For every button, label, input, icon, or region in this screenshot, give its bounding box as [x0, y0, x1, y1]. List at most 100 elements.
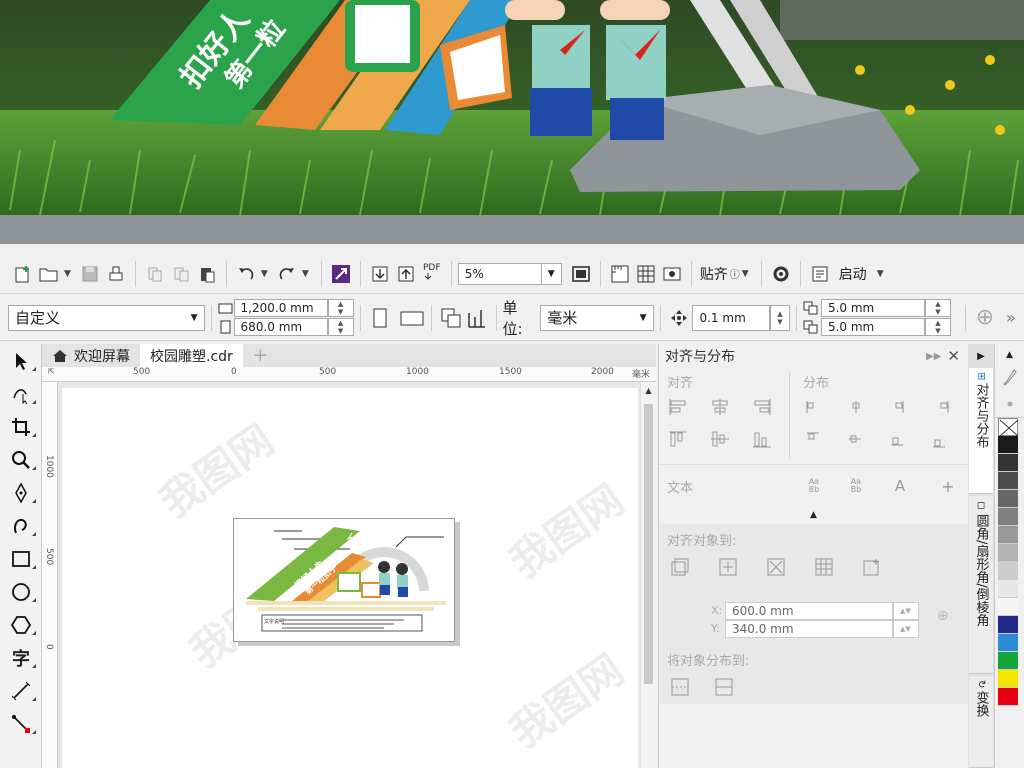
- drawing-page[interactable]: 我图网 我图网 我图网 我图网 扣好人生 第一粒扣子: [62, 388, 638, 768]
- text-baseline-last-icon[interactable]: Aa Bb: [843, 473, 869, 499]
- tab-campus-sculpture[interactable]: 校园雕塑.cdr: [140, 344, 243, 367]
- redo-icon[interactable]: [274, 260, 300, 288]
- more-chevron-icon[interactable]: »: [998, 304, 1024, 332]
- freehand-tool[interactable]: [0, 476, 42, 509]
- drawing-canvas[interactable]: 我图网 我图网 我图网 我图网 扣好人生 第一粒扣子: [58, 382, 656, 768]
- save-icon[interactable]: [77, 260, 103, 288]
- close-icon[interactable]: ✕: [947, 347, 960, 365]
- tab-welcome-screen[interactable]: 欢迎屏幕: [42, 344, 140, 367]
- color-swatch[interactable]: [998, 616, 1018, 634]
- no-color-swatch[interactable]: [998, 418, 1019, 437]
- copy-icon[interactable]: [168, 260, 194, 288]
- tab-align-distribute[interactable]: ⊞ 对齐与分布: [969, 368, 993, 494]
- sculpture-design-artboard[interactable]: 扣好人生 第一粒扣子 文字说明: [233, 518, 455, 642]
- y-coordinate-stepper[interactable]: ▲▼: [893, 620, 919, 638]
- undo-icon[interactable]: [233, 260, 259, 288]
- add-tab-icon[interactable]: +: [243, 344, 278, 367]
- zoom-dropdown-icon[interactable]: ▼: [541, 262, 562, 285]
- launch-icon[interactable]: [807, 260, 833, 288]
- align-to-point-icon[interactable]: [859, 554, 885, 580]
- align-to-grid-icon[interactable]: [811, 554, 837, 580]
- tab-transform[interactable]: ↻ 变换: [969, 676, 993, 768]
- color-swatch[interactable]: [998, 526, 1018, 544]
- distribute-spacing-icon[interactable]: [885, 394, 911, 420]
- text-outline-icon[interactable]: +: [935, 473, 961, 499]
- duplicate-y-input[interactable]: 5.0 mm: [820, 318, 925, 336]
- color-swatch[interactable]: [998, 436, 1018, 454]
- vertical-ruler[interactable]: 1000 500 0: [42, 382, 58, 768]
- text-tool[interactable]: 字: [0, 641, 42, 674]
- palette-scroll-up-icon[interactable]: ▲: [995, 344, 1024, 366]
- zoom-tool[interactable]: [0, 443, 42, 476]
- distribute-right-icon[interactable]: [927, 394, 953, 420]
- artistic-media-tool[interactable]: [0, 509, 42, 542]
- all-pages-icon[interactable]: [438, 304, 464, 332]
- search-content-icon[interactable]: [328, 260, 354, 288]
- color-swatch[interactable]: [998, 472, 1018, 490]
- distribute-to-selection-icon[interactable]: [667, 674, 693, 700]
- export-icon[interactable]: [393, 260, 419, 288]
- color-swatch[interactable]: [998, 580, 1018, 598]
- color-swatch[interactable]: [998, 652, 1018, 670]
- page-width-input[interactable]: 1,200.0 mm: [233, 299, 328, 317]
- new-document-icon[interactable]: [10, 260, 36, 288]
- text-bounding-box-icon[interactable]: A: [887, 473, 913, 499]
- units-select[interactable]: 毫米 ▼: [540, 304, 654, 331]
- align-bottom-icon[interactable]: [749, 426, 775, 452]
- polygon-tool[interactable]: [0, 608, 42, 641]
- align-left-icon[interactable]: [665, 394, 691, 420]
- page-width-stepper[interactable]: ▲ ▼: [327, 299, 354, 317]
- text-baseline-first-icon[interactable]: Aa Bb: [801, 473, 827, 499]
- align-to-page-center-icon[interactable]: [763, 554, 789, 580]
- show-grid-icon[interactable]: [633, 260, 659, 288]
- color-swatch[interactable]: [998, 562, 1018, 580]
- align-center-horizontal-icon[interactable]: [707, 394, 733, 420]
- open-folder-icon[interactable]: [36, 260, 62, 288]
- launch-dropdown-icon[interactable]: ▼: [877, 269, 884, 279]
- print-icon[interactable]: [103, 260, 129, 288]
- align-to-page-edge-icon[interactable]: [715, 554, 741, 580]
- align-center-vertical-icon[interactable]: [707, 426, 733, 452]
- landscape-icon[interactable]: [399, 304, 425, 332]
- color-swatch[interactable]: [998, 544, 1018, 562]
- crop-tool[interactable]: [0, 410, 42, 443]
- import-icon[interactable]: [367, 260, 393, 288]
- open-dropdown-icon[interactable]: ▼: [64, 269, 71, 279]
- dimension-tool[interactable]: [0, 674, 42, 707]
- rectangle-tool[interactable]: [0, 542, 42, 575]
- align-to-active-icon[interactable]: [667, 554, 693, 580]
- docker-expand-icon[interactable]: ▶▶: [926, 351, 941, 362]
- snap-to-label[interactable]: 贴齐: [700, 264, 728, 284]
- launch-label[interactable]: 启动: [839, 264, 867, 284]
- page-height-stepper[interactable]: ▲ ▼: [327, 318, 354, 336]
- distribute-top-icon[interactable]: [801, 426, 827, 452]
- vertical-scrollbar[interactable]: ▲: [640, 382, 656, 768]
- color-swatch[interactable]: [998, 598, 1018, 616]
- align-right-icon[interactable]: [749, 394, 775, 420]
- color-swatch[interactable]: [998, 454, 1018, 472]
- duplicate-x-stepper[interactable]: ▲ ▼: [924, 299, 951, 317]
- zoom-level-input[interactable]: 5%: [457, 262, 542, 285]
- x-coordinate-input[interactable]: 600.0 mm: [725, 602, 893, 620]
- color-swatch[interactable]: [998, 634, 1018, 652]
- pick-tool[interactable]: [0, 344, 42, 377]
- ellipse-tool[interactable]: [0, 575, 42, 608]
- tab-fillet-scallop-chamfer[interactable]: ◻ 圆角/扇形角/倒棱角: [969, 496, 993, 674]
- distribute-vspacing-icon[interactable]: [885, 426, 911, 452]
- snap-dropdown-icon[interactable]: ▼: [742, 269, 749, 279]
- show-guidelines-icon[interactable]: [659, 260, 685, 288]
- distribute-to-page-icon[interactable]: [711, 674, 737, 700]
- undo-dropdown-icon[interactable]: ▼: [261, 269, 268, 279]
- scroll-tabs-right-icon[interactable]: ▶: [968, 344, 994, 368]
- nudge-distance-input[interactable]: 0.1 mm: [692, 304, 770, 331]
- eyedropper-icon[interactable]: [995, 366, 1024, 390]
- show-rulers-icon[interactable]: [607, 260, 633, 288]
- paste-icon[interactable]: [194, 260, 220, 288]
- color-swatch[interactable]: [998, 688, 1018, 706]
- distribute-left-icon[interactable]: [801, 394, 827, 420]
- current-page-icon[interactable]: [464, 304, 490, 332]
- distribute-bottom-icon[interactable]: [927, 426, 953, 452]
- duplicate-y-stepper[interactable]: ▲ ▼: [924, 318, 951, 336]
- cut-icon[interactable]: [142, 260, 168, 288]
- horizontal-ruler[interactable]: ⇱ 500 0 500 1000 1500 2000 毫米: [42, 367, 656, 382]
